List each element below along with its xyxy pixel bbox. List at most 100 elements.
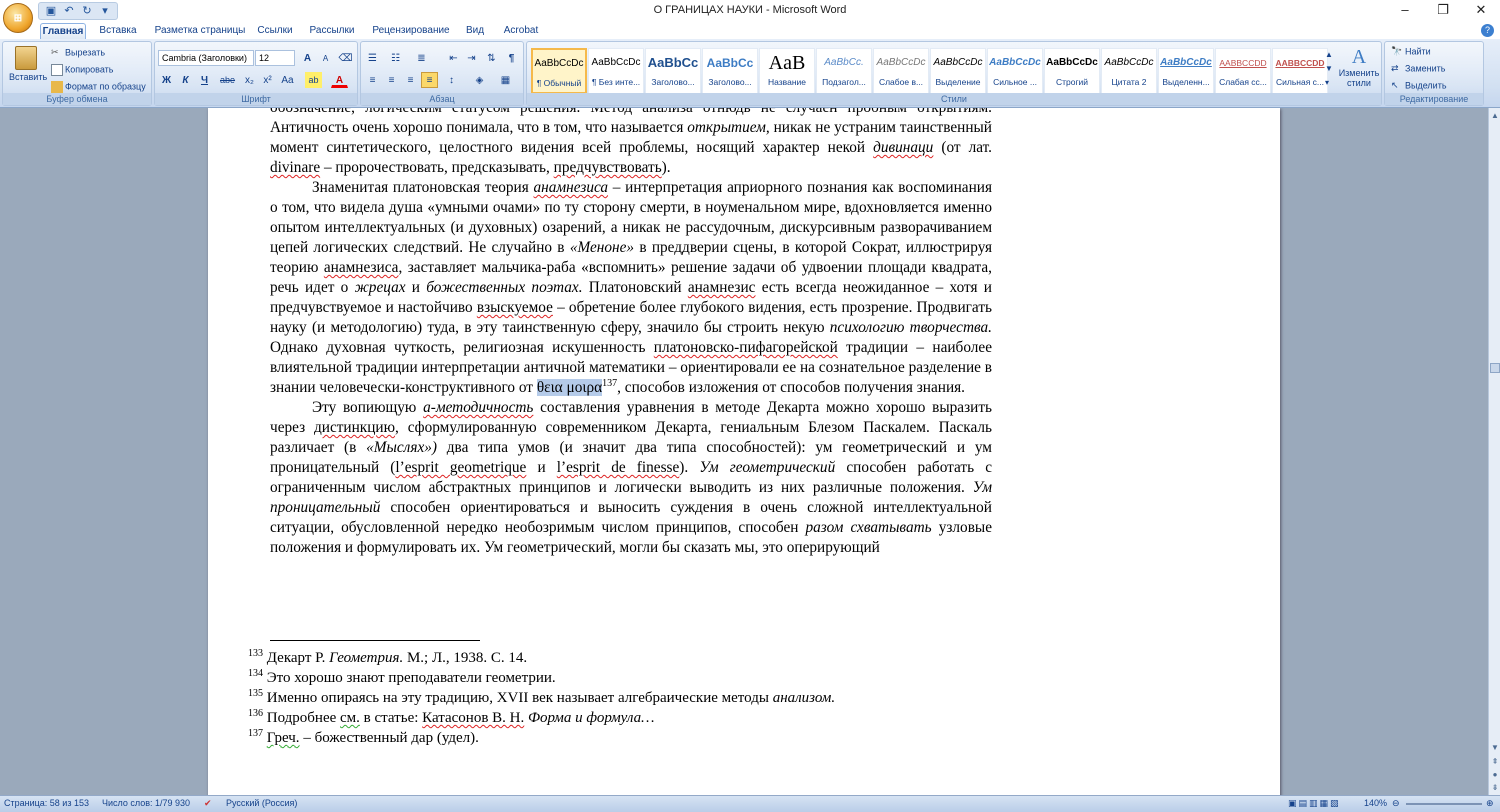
change-case-button[interactable]: Aa	[279, 72, 296, 88]
browse-object-icon[interactable]: ●	[1490, 769, 1500, 781]
multilevel-list-icon[interactable]: ≣	[413, 50, 430, 66]
zoom-slider[interactable]	[1406, 803, 1482, 805]
page-count[interactable]: Страница: 58 из 153	[4, 798, 89, 808]
line-spacing-icon[interactable]: ↕	[443, 72, 460, 88]
misspelled-word[interactable]: дистинкцию	[314, 419, 395, 436]
highlight-icon[interactable]: ab	[305, 72, 322, 88]
align-center-icon[interactable]: ≡	[383, 72, 400, 88]
word-count[interactable]: Число слов: 1/79 930	[102, 798, 190, 808]
help-icon[interactable]: ?	[1481, 24, 1494, 37]
tab-review[interactable]: Рецензирование	[366, 23, 456, 39]
strikethrough-button[interactable]: abe	[219, 72, 236, 88]
zoom-out-icon[interactable]: ⊖	[1392, 798, 1400, 809]
style-normal[interactable]: AaBbCcDc ¶ Обычный	[531, 48, 587, 94]
show-marks-icon[interactable]: ¶	[503, 50, 520, 66]
misspelled-word[interactable]: divinare	[270, 159, 320, 176]
tab-home[interactable]: Главная	[40, 23, 86, 39]
increase-indent-icon[interactable]: ⇥	[463, 50, 480, 66]
zoom-level[interactable]: 140%	[1364, 798, 1387, 808]
tab-mailings[interactable]: Рассылки	[304, 23, 360, 39]
close-icon[interactable]: ✕	[1462, 0, 1500, 22]
align-right-icon[interactable]: ≡	[402, 72, 419, 88]
numbering-icon[interactable]: ☷	[387, 50, 404, 66]
redo-icon[interactable]: ↻	[79, 4, 95, 18]
copy-button[interactable]: Копировать	[51, 64, 113, 76]
grow-font-button[interactable]: A	[299, 50, 316, 66]
document-body[interactable]: обозначение, логическим статусом решения…	[270, 108, 992, 708]
style-title[interactable]: AaB Название	[759, 48, 815, 94]
style-intense-reference[interactable]: AABBCCDD Сильная с...	[1272, 48, 1328, 94]
vertical-scrollbar[interactable]: ▲ ▼ ⇞ ● ⇟	[1488, 108, 1500, 795]
cut-button[interactable]: ✂ Вырезать	[51, 47, 105, 59]
bold-button[interactable]: Ж	[158, 72, 175, 88]
scroll-down-icon[interactable]: ▼	[1490, 742, 1500, 754]
misspelled-word[interactable]: l’esprit de finesse	[557, 459, 680, 476]
style-subtle-reference[interactable]: AABBCCDD Слабая сс...	[1215, 48, 1271, 94]
zoom-in-icon[interactable]: ⊕	[1486, 798, 1494, 809]
proofing-icon[interactable]: ✔	[204, 798, 212, 809]
undo-icon[interactable]: ↶	[61, 4, 77, 18]
borders-icon[interactable]: ▦	[497, 72, 514, 88]
language[interactable]: Русский (Россия)	[226, 798, 297, 808]
bullets-icon[interactable]: ☰	[364, 50, 381, 66]
tab-page-layout[interactable]: Разметка страницы	[150, 23, 250, 39]
tab-references[interactable]: Ссылки	[252, 23, 298, 39]
footnote-ref[interactable]: 137	[602, 378, 617, 389]
misspelled-word[interactable]: l’esprit geometrique	[395, 459, 526, 476]
scroll-up-icon[interactable]: ▲	[1490, 110, 1500, 122]
decrease-indent-icon[interactable]: ⇤	[445, 50, 462, 66]
subscript-button[interactable]: x₂	[241, 72, 258, 88]
save-icon[interactable]: ▣	[43, 4, 59, 18]
grammar-flag[interactable]: Греч.	[267, 730, 300, 746]
style-emphasis[interactable]: AaBbCcDc Выделение	[930, 48, 986, 94]
misspelled-word[interactable]: платоновско-пифагорейской	[654, 339, 838, 356]
style-intense-emphasis[interactable]: AaBbCcDc Сильное ...	[987, 48, 1043, 94]
selected-text[interactable]: θεια μοιρα	[536, 379, 603, 396]
misspelled-word[interactable]: анамнезис	[688, 279, 756, 296]
misspelled-word[interactable]: взыскуемое	[477, 299, 553, 316]
view-buttons-icon[interactable]: ▣▤▥▦▧	[1288, 798, 1341, 809]
misspelled-word[interactable]: дивинаци	[873, 139, 933, 156]
minimize-icon[interactable]: –	[1386, 0, 1424, 22]
style-subtitle[interactable]: AaBbCc. Подзагол...	[816, 48, 872, 94]
tab-acrobat[interactable]: Acrobat	[498, 23, 544, 39]
font-size-combo[interactable]: 12	[255, 50, 295, 66]
superscript-button[interactable]: x²	[259, 72, 276, 88]
styles-scroll-icon[interactable]: ▲ ▼ ▾	[1325, 48, 1337, 90]
qat-dropdown-icon[interactable]: ▾	[97, 4, 113, 18]
style-strong[interactable]: AaBbCcDc Строгий	[1044, 48, 1100, 94]
tab-view[interactable]: Вид	[460, 23, 490, 39]
grammar-flag[interactable]: см.	[340, 710, 360, 726]
underline-button[interactable]: Ч	[196, 72, 213, 88]
shrink-font-button[interactable]: A	[317, 50, 334, 66]
find-button[interactable]: 🔭 Найти	[1391, 46, 1431, 58]
next-page-icon[interactable]: ⇟	[1490, 782, 1500, 794]
document-page[interactable]: обозначение, логическим статусом решения…	[208, 108, 1280, 795]
align-left-icon[interactable]: ≡	[364, 72, 381, 88]
italic-button[interactable]: К	[177, 72, 194, 88]
sort-icon[interactable]: ⇅	[483, 50, 500, 66]
justify-icon[interactable]: ≡	[421, 72, 438, 88]
font-name-combo[interactable]: Cambria (Заголовки)	[158, 50, 254, 66]
misspelled-word[interactable]: анамнезиса	[324, 259, 399, 276]
prev-page-icon[interactable]: ⇞	[1490, 756, 1500, 768]
misspelled-word[interactable]: анамнезиса	[534, 179, 608, 196]
office-button[interactable]: ⊞	[3, 3, 33, 33]
paste-button[interactable]: Вставить	[9, 46, 47, 82]
replace-button[interactable]: ⇄ Заменить	[1391, 63, 1445, 75]
misspelled-word[interactable]: предчувствовать	[554, 159, 662, 176]
change-styles-button[interactable]: A Изменить стили	[1337, 46, 1381, 88]
style-heading2[interactable]: AaBbCc Заголово...	[702, 48, 758, 94]
style-heading1[interactable]: AaBbCc Заголово...	[645, 48, 701, 94]
clear-format-icon[interactable]: ⌫	[337, 50, 354, 66]
style-subtle-emphasis[interactable]: AaBbCcDc Слабое в...	[873, 48, 929, 94]
shading-icon[interactable]: ◈	[471, 72, 488, 88]
select-button[interactable]: ↖ Выделить	[1391, 80, 1447, 92]
maximize-icon[interactable]: ❐	[1424, 0, 1462, 22]
font-color-icon[interactable]: A	[331, 72, 348, 88]
tab-insert[interactable]: Вставка	[92, 23, 144, 39]
misspelled-word[interactable]: а-методичность	[423, 399, 533, 416]
style-intense-quote[interactable]: AaBbCcDc Выделенн...	[1158, 48, 1214, 94]
style-quote2[interactable]: AaBbCcDc Цитата 2	[1101, 48, 1157, 94]
scroll-thumb[interactable]	[1490, 363, 1500, 373]
